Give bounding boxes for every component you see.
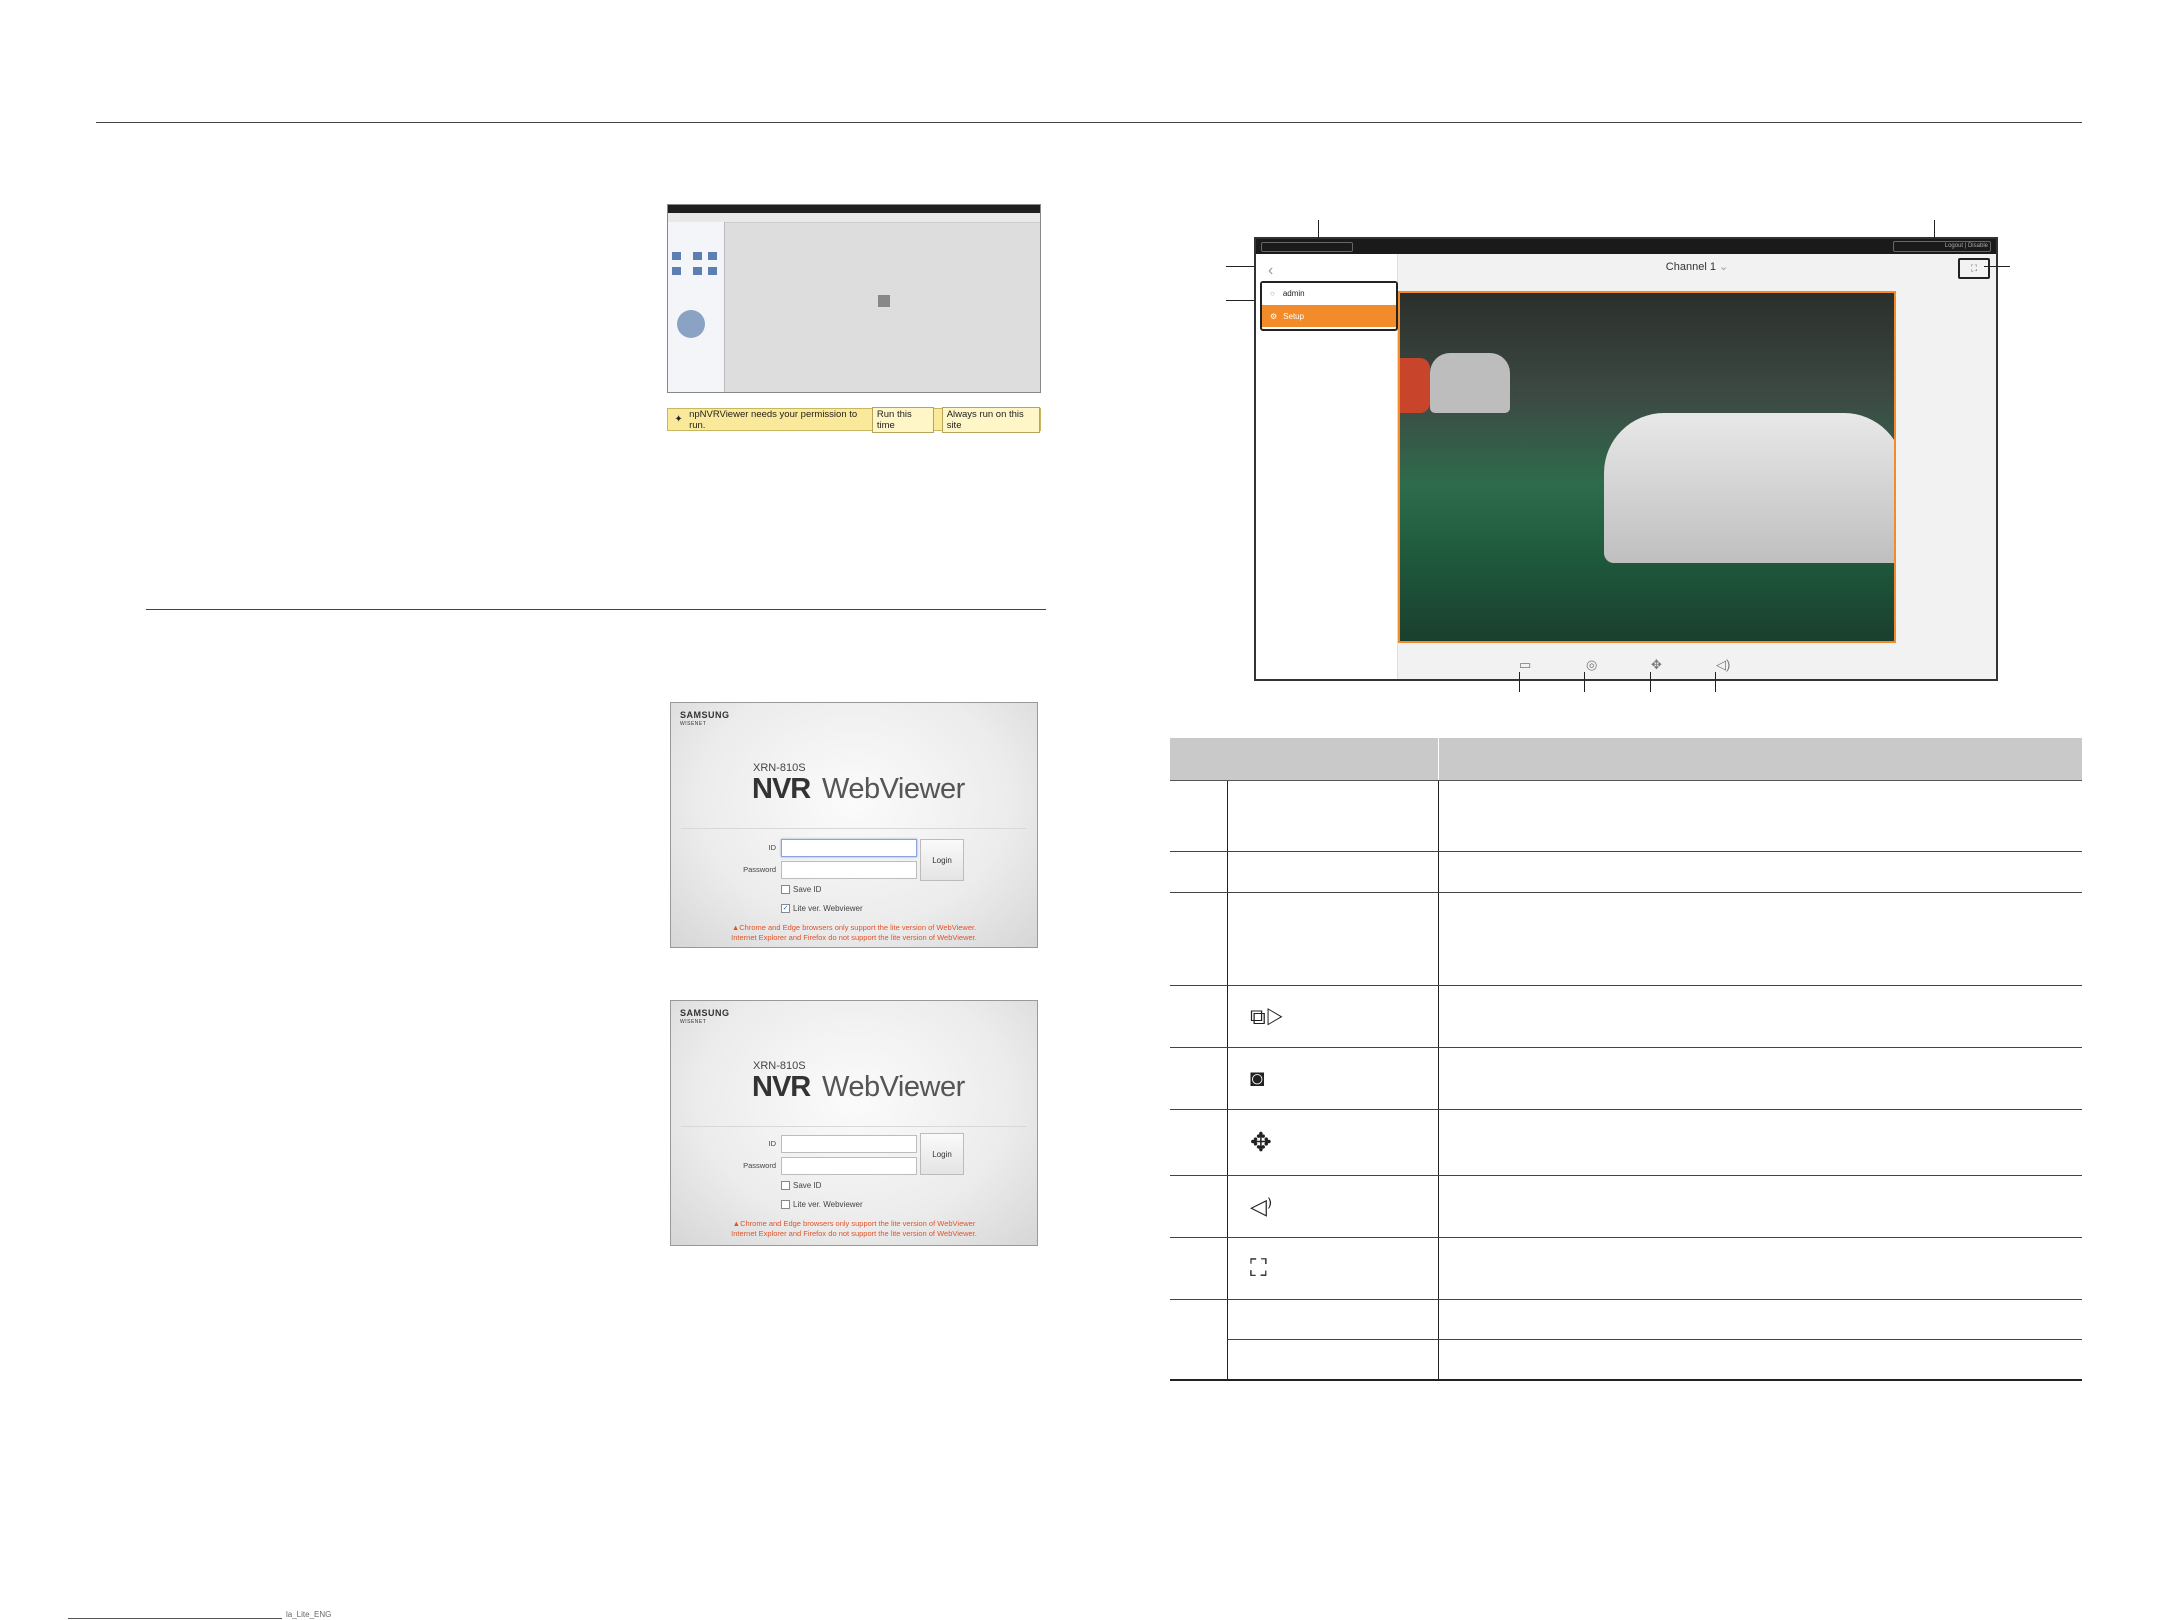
record-icon: ⧉▷ bbox=[1250, 1003, 1284, 1029]
brand-sub: WISENET bbox=[680, 1019, 707, 1025]
footer-text: la_Lite_ENG bbox=[286, 1610, 332, 1619]
always-run-button[interactable]: Always run on this site bbox=[941, 406, 1040, 433]
title-light: WebViewer bbox=[822, 1071, 965, 1103]
lite-ver-checkbox[interactable]: ✓ Lite ver. Webviewer bbox=[781, 904, 863, 913]
table-row bbox=[1170, 892, 2082, 986]
plugin-permission-bar: ✦ npNVRViewer needs your permission to r… bbox=[667, 406, 1041, 433]
section-rule bbox=[146, 609, 1046, 610]
back-arrow-icon[interactable]: ‹ bbox=[1268, 262, 1273, 280]
main-area: Channel 1 ⌄ ⛶ ▭ ◎ ✥ ◁) bbox=[1398, 254, 1996, 679]
table-row: ◁⁾ bbox=[1170, 1175, 2082, 1238]
id-field[interactable] bbox=[781, 839, 917, 857]
video-controls: ▭ ◎ ✥ ◁) bbox=[1398, 649, 1996, 679]
description-table: ⧉▷ ◙ ✥ ◁⁾ ⛶ bbox=[1170, 738, 2082, 1381]
callout-line bbox=[1715, 672, 1716, 692]
warning-line-2: Internet Explorer and Firefox do not sup… bbox=[731, 1229, 977, 1238]
plugin-icon bbox=[878, 295, 890, 307]
plugin-message: npNVRViewer needs your permission to run… bbox=[689, 408, 858, 431]
speaker-icon[interactable]: ◁) bbox=[1716, 657, 1730, 673]
run-this-time-button[interactable]: Run this time bbox=[871, 406, 934, 433]
brand-sub: WISENET bbox=[680, 721, 707, 727]
id-label: ID bbox=[768, 1139, 777, 1148]
fullscreen-button[interactable]: ⛶ bbox=[1958, 258, 1990, 279]
table-row bbox=[1170, 851, 2082, 893]
top-rule bbox=[96, 122, 2082, 123]
table-row: ⧉▷ bbox=[1170, 985, 2082, 1048]
title-bold: NVR bbox=[752, 1071, 811, 1103]
move-arrows-icon: ✥ bbox=[1250, 1127, 1272, 1157]
warning-line-1: ▲Chrome and Edge browsers only support t… bbox=[732, 1219, 976, 1228]
top-right-controls[interactable]: Logout | Disable bbox=[1893, 241, 1991, 252]
plugin-page-screenshot bbox=[667, 204, 1041, 393]
callout-line bbox=[1984, 266, 2010, 267]
table-row bbox=[1170, 1339, 2082, 1381]
table-header bbox=[1170, 738, 2082, 781]
table-row bbox=[1170, 1299, 2082, 1381]
id-field[interactable] bbox=[781, 1135, 917, 1153]
footer-rule bbox=[68, 1618, 282, 1619]
table-row: ◙ bbox=[1170, 1047, 2082, 1110]
menu-admin[interactable]: ○ admin bbox=[1262, 283, 1396, 304]
title-light: WebViewer bbox=[822, 773, 965, 805]
save-id-checkbox[interactable]: Save ID bbox=[781, 885, 821, 894]
callout-line bbox=[1519, 672, 1520, 692]
fullscreen-icon: ⛶ bbox=[1250, 1254, 1267, 1282]
speaker-icon: ◁⁾ bbox=[1250, 1193, 1273, 1219]
channel-selector[interactable]: Channel 1 ⌄ bbox=[1398, 260, 1996, 273]
camera-icon[interactable]: ◎ bbox=[1586, 657, 1597, 673]
table-row: ✥ bbox=[1170, 1109, 2082, 1176]
login-button[interactable]: Login bbox=[920, 839, 964, 881]
id-label: ID bbox=[768, 843, 777, 852]
puzzle-icon: ✦ bbox=[674, 414, 683, 425]
ptz-joystick bbox=[677, 310, 705, 338]
top-bar: Logout | Disable bbox=[1256, 239, 1996, 254]
camera-icon: ◙ bbox=[1250, 1064, 1265, 1092]
callout-line bbox=[1226, 266, 1254, 267]
record-icon[interactable]: ▭ bbox=[1519, 657, 1531, 673]
warning-line-1: ▲Chrome and Edge browsers only support t… bbox=[731, 923, 977, 932]
callout-line bbox=[1318, 220, 1319, 240]
warning-line-2: Internet Explorer and Firefox do not sup… bbox=[731, 933, 977, 942]
login-screenshot-lite: SAMSUNG WISENET XRN-810S NVR WebViewer I… bbox=[670, 702, 1038, 948]
login-button[interactable]: Login bbox=[920, 1133, 964, 1175]
save-id-checkbox[interactable]: Save ID bbox=[781, 1181, 821, 1190]
password-field[interactable] bbox=[781, 861, 917, 879]
brand-logo: SAMSUNG bbox=[680, 1008, 730, 1018]
webviewer-screenshot: Logout | Disable ‹ ○ admin ⚙ Setup Channel… bbox=[1254, 237, 1998, 681]
menu-box: ○ admin ⚙ Setup bbox=[1260, 281, 1398, 331]
left-panel: ‹ ○ admin ⚙ Setup bbox=[1256, 254, 1398, 679]
callout-line bbox=[1650, 672, 1651, 692]
password-label: Password bbox=[743, 1161, 776, 1170]
title-bold: NVR bbox=[752, 773, 811, 805]
menu-setup[interactable]: ⚙ Setup bbox=[1262, 305, 1396, 327]
callout-line bbox=[1584, 672, 1585, 692]
password-label: Password bbox=[743, 865, 776, 874]
login-screenshot-full: SAMSUNG WISENET XRN-810S NVR WebViewer I… bbox=[670, 1000, 1038, 1246]
callout-line bbox=[1226, 300, 1254, 301]
top-left-controls[interactable] bbox=[1261, 242, 1353, 252]
brand-logo: SAMSUNG bbox=[680, 710, 730, 720]
move-arrows-icon[interactable]: ✥ bbox=[1651, 657, 1662, 673]
table-row bbox=[1170, 780, 2082, 852]
lite-ver-checkbox[interactable]: Lite ver. Webviewer bbox=[781, 1200, 863, 1209]
callout-line bbox=[1934, 220, 1935, 240]
table-row: ⛶ bbox=[1170, 1237, 2082, 1300]
password-field[interactable] bbox=[781, 1157, 917, 1175]
live-video bbox=[1398, 291, 1896, 643]
